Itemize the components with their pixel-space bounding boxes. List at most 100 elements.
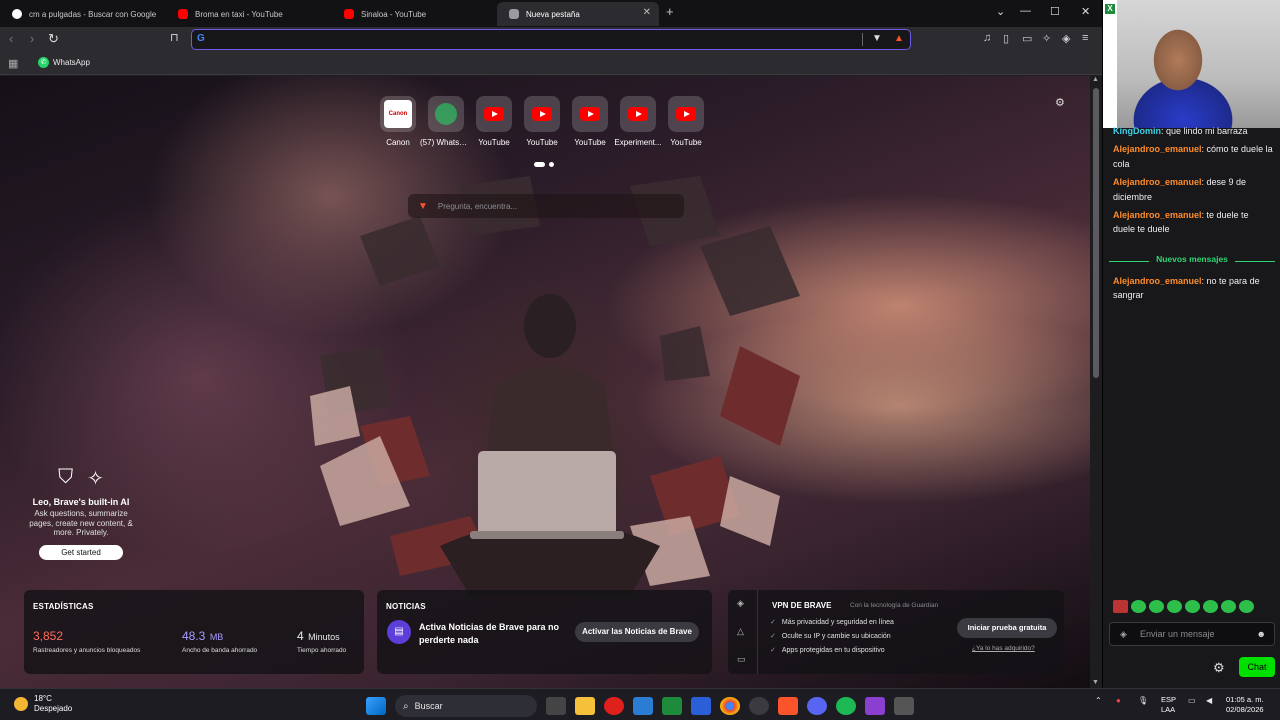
volume-icon[interactable]: ◀	[1206, 696, 1212, 705]
vpn-icon[interactable]: ◈	[737, 598, 744, 609]
chat-username[interactable]: Alejandroo_emanuel	[1113, 276, 1202, 286]
leo-ai-icon[interactable]: ✧	[1042, 32, 1051, 45]
weather-widget[interactable]: 18°C Despejado	[14, 694, 72, 714]
shortcut-tile[interactable]: Experiment...	[614, 96, 662, 147]
reload-icon[interactable]: ↻	[48, 31, 59, 47]
clock[interactable]: 01:05 a. m. 02/08/2026	[1226, 695, 1264, 715]
emote-icon[interactable]	[1167, 600, 1182, 613]
language-indicator[interactable]: ESP LAA	[1161, 695, 1176, 715]
emote-icon[interactable]	[1131, 600, 1146, 613]
chrome-icon[interactable]	[720, 697, 740, 715]
badge-icon[interactable]: ◈	[1120, 623, 1127, 645]
wallet-icon[interactable]: ▭	[1022, 32, 1032, 45]
chat-username[interactable]: Alejandroo_emanuel	[1113, 177, 1202, 187]
get-started-button[interactable]: Get started	[39, 544, 123, 560]
talk-icon[interactable]: ▭	[737, 654, 746, 665]
word-icon[interactable]	[691, 697, 711, 715]
scroll-down-icon[interactable]: ▼	[1092, 679, 1099, 686]
scrollbar[interactable]: ▲ ▼	[1090, 76, 1102, 688]
page-dot-active[interactable]	[534, 162, 545, 167]
new-messages-divider: Nuevos mensajes	[1109, 254, 1275, 268]
discord-icon[interactable]	[807, 697, 827, 715]
tab-youtube-sinaloa[interactable]: Sinaloa - YouTube	[332, 2, 498, 26]
emote-icon[interactable]	[1239, 600, 1254, 613]
gear-icon[interactable]: ⚙	[1213, 660, 1225, 676]
youtube-icon	[178, 9, 188, 19]
calculator-icon[interactable]	[633, 697, 653, 715]
sidebar-icon[interactable]: ▯	[1003, 32, 1009, 45]
chat-username[interactable]: KingDomin	[1113, 126, 1161, 136]
chat-username[interactable]: Alejandroo_emanuel	[1113, 210, 1202, 220]
chevron-down-icon[interactable]: ⌄	[996, 5, 1005, 18]
menu-icon[interactable]: ≡	[1082, 32, 1088, 44]
new-tab-icon[interactable]: +	[666, 4, 674, 19]
already-purchased-link[interactable]: ¿Ya lo has adquirido?	[972, 645, 1035, 652]
task-view-icon[interactable]	[546, 697, 566, 715]
gear-icon[interactable]: ⚙	[1055, 96, 1065, 109]
media-icon[interactable]: ♫	[983, 32, 991, 44]
shortcut-tile[interactable]: Canon Canon	[380, 96, 416, 147]
minimize-icon[interactable]: —	[1020, 5, 1031, 17]
emote-icon[interactable]	[1149, 600, 1164, 613]
scroll-up-icon[interactable]: ▲	[1092, 76, 1099, 83]
emote-icon[interactable]	[1221, 600, 1236, 613]
youtube-icon	[580, 107, 600, 121]
whatsapp-icon: ✆	[38, 57, 49, 68]
obs-icon[interactable]	[749, 697, 769, 715]
tab-new-tab[interactable]: Nueva pestaña ✕	[497, 2, 659, 26]
divider	[862, 33, 863, 46]
emote-icon[interactable]	[1203, 600, 1218, 613]
bandwidth-stat: 48.3 MB Ancho de banda ahorrado	[182, 627, 257, 654]
emoji-icon[interactable]: ☻	[1257, 623, 1266, 645]
address-bar[interactable]: G ▼ ▲	[191, 29, 911, 50]
taskbar-search-label: Buscar	[414, 701, 443, 711]
page-dots[interactable]	[534, 162, 554, 167]
start-trial-button[interactable]: Iniciar prueba gratuita	[957, 618, 1057, 638]
bookmark-whatsapp[interactable]: ✆ WhatsApp	[38, 57, 90, 68]
chat-send-button[interactable]: Chat	[1239, 657, 1275, 677]
maximize-icon[interactable]: ☐	[1050, 5, 1060, 18]
spotify-icon[interactable]	[836, 697, 856, 715]
youtube-icon[interactable]	[604, 697, 624, 715]
temperature: 18°C	[34, 694, 52, 703]
close-icon[interactable]: ✕	[643, 7, 651, 18]
file-explorer-icon[interactable]	[575, 697, 595, 715]
app-icon[interactable]	[894, 697, 914, 715]
forward-icon[interactable]: ›	[30, 31, 34, 46]
shortcut-tile[interactable]: (57) WhatsApp	[420, 96, 472, 147]
close-window-icon[interactable]: ✕	[1081, 5, 1090, 18]
toolbar: ‹ › ↻ ⊓ G ▼ ▲ ♫ ▯ ▭ ✧ ◈ ≡	[0, 27, 1102, 53]
shortcut-tile[interactable]: YouTube	[572, 96, 608, 147]
stats-heading: ESTADÍSTICAS	[33, 602, 94, 611]
shortcut-tile[interactable]: YouTube	[668, 96, 704, 147]
scrollbar-thumb[interactable]	[1093, 88, 1099, 378]
shortcut-tile[interactable]: YouTube	[524, 96, 560, 147]
chevron-up-icon[interactable]: ⌃	[1095, 696, 1102, 705]
bookmark-icon[interactable]: ⊓	[170, 31, 179, 44]
brave-rewards-icon[interactable]: ▲	[894, 33, 904, 44]
tab-google-search[interactable]: cm a pulgadas - Buscar con Google	[0, 2, 166, 26]
apps-grid-icon[interactable]: ▦	[8, 57, 18, 70]
chat-username[interactable]: Alejandroo_emanuel	[1113, 144, 1202, 154]
tab-youtube-broma[interactable]: Broma en taxi - YouTube	[166, 2, 332, 26]
page-dot[interactable]	[549, 162, 554, 167]
microphone-icon[interactable]: 🎙	[1138, 696, 1148, 705]
vpn-icon[interactable]: ◈	[1062, 32, 1070, 45]
brave-shields-icon[interactable]: ▼	[872, 33, 882, 44]
back-icon[interactable]: ‹	[9, 31, 13, 46]
tray-app-icon[interactable]: ●	[1116, 696, 1121, 705]
windows-start-icon[interactable]	[366, 697, 386, 715]
editor-icon[interactable]	[865, 697, 885, 715]
excel-icon[interactable]	[662, 697, 682, 715]
chat-message-input[interactable]: ◈ Enviar un mensaje ☻	[1109, 622, 1275, 646]
emote-icon[interactable]	[1113, 600, 1128, 613]
rewards-icon[interactable]: △	[737, 626, 744, 637]
tab-title: cm a pulgadas - Buscar con Google	[29, 9, 157, 19]
brave-icon[interactable]	[778, 697, 798, 715]
shortcut-tile[interactable]: YouTube	[476, 96, 512, 147]
emote-icon[interactable]	[1185, 600, 1200, 613]
activate-news-button[interactable]: Activar las Noticias de Brave	[575, 622, 699, 642]
network-icon[interactable]: ▭	[1188, 696, 1196, 705]
search-input[interactable]: ▼ Pregunta, encuentra...	[408, 194, 684, 218]
taskbar-search[interactable]: ⌕ Buscar	[395, 695, 537, 717]
